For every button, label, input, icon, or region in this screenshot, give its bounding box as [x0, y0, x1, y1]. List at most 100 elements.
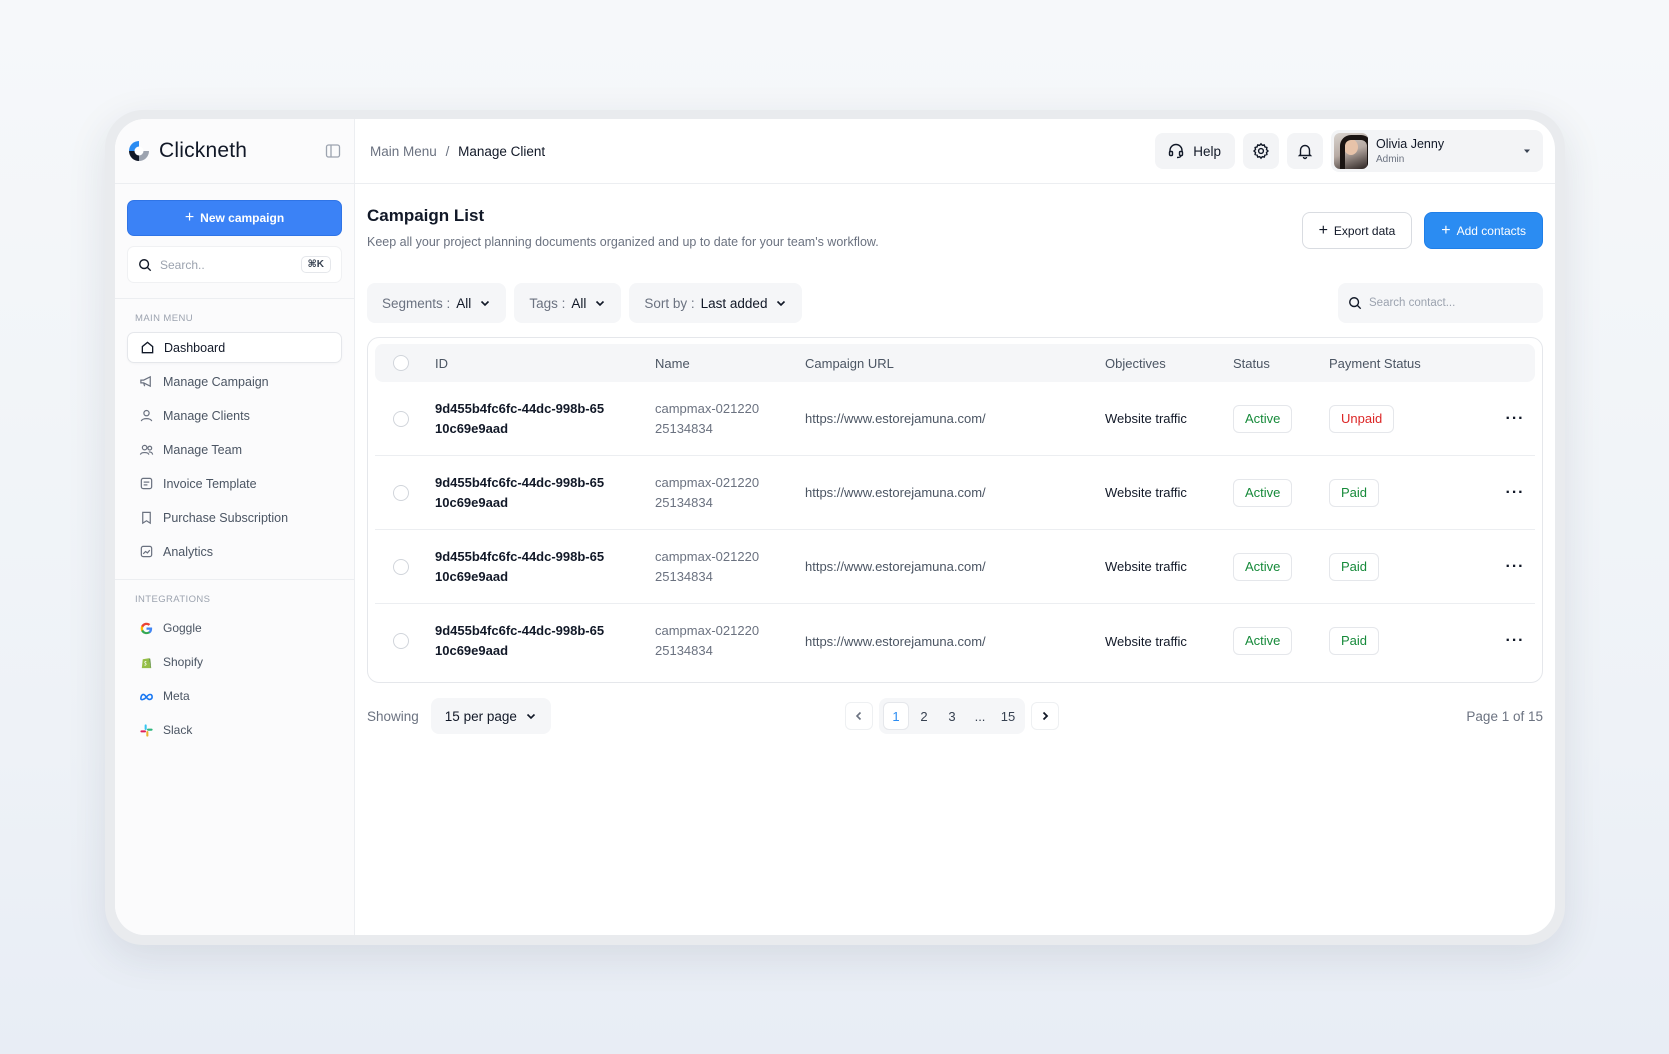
sidebar-item-manage-clients[interactable]: Manage Clients: [127, 400, 342, 431]
integration-google[interactable]: Goggle: [127, 611, 342, 645]
more-options-icon[interactable]: ···: [1495, 410, 1535, 428]
payment-status-badge: Paid: [1329, 627, 1380, 655]
search-contact-input[interactable]: Search contact...: [1338, 283, 1543, 323]
integrations-label: INTEGRATIONS: [135, 594, 211, 605]
sidebar-item-manage-campaign[interactable]: Manage Campaign: [127, 366, 342, 397]
chevron-left-icon: [855, 711, 862, 721]
sidebar-item-analytics[interactable]: Analytics: [127, 536, 342, 567]
row-checkbox[interactable]: [393, 410, 409, 427]
id-line: 9d455b4fc6fc-44dc-998b-65: [435, 548, 605, 564]
integration-label: Meta: [163, 689, 190, 703]
prev-page-button[interactable]: [845, 702, 873, 730]
add-contacts-button[interactable]: + Add contacts: [1424, 212, 1543, 249]
column-header-objectives[interactable]: Objectives: [1105, 356, 1233, 371]
page-ellipsis: ...: [974, 708, 986, 724]
column-header-name[interactable]: Name: [655, 356, 805, 371]
id-line: 10c69e9aad: [435, 568, 509, 584]
user-role: Admin: [1376, 154, 1405, 165]
user-info: Olivia Jenny Admin: [1376, 137, 1444, 165]
name-line: campmax-021220: [655, 400, 760, 416]
topbar-actions: Help Olivia Jenny Admin: [1155, 130, 1543, 172]
segments-filter[interactable]: Segments : All: [367, 283, 507, 323]
campaign-url[interactable]: https://www.estorejamuna.com/: [805, 411, 1105, 426]
id-cell: 9d455b4fc6fc-44dc-998b-65 10c69e9aad: [435, 399, 655, 439]
select-all-checkbox[interactable]: [393, 355, 409, 371]
sidebar-item-label: Purchase Subscription: [163, 510, 289, 525]
more-options-icon[interactable]: ···: [1495, 558, 1535, 576]
row-checkbox[interactable]: [393, 633, 409, 649]
name-line: campmax-021220: [655, 548, 760, 564]
row-checkbox[interactable]: [393, 484, 409, 501]
sidebar-item-manage-team[interactable]: Manage Team: [127, 434, 342, 465]
export-data-button[interactable]: + Export data: [1301, 212, 1413, 249]
column-header-payment-status[interactable]: Payment Status: [1329, 356, 1495, 371]
more-options-icon[interactable]: ···: [1495, 632, 1535, 650]
sidebar-toggle-icon[interactable]: [324, 142, 342, 160]
page-info: Page 1 of 15: [1466, 708, 1543, 724]
plus-icon: +: [1318, 221, 1328, 239]
status-cell: Active: [1233, 478, 1329, 507]
notifications-button[interactable]: [1287, 133, 1323, 169]
row-select-cell: [375, 484, 435, 501]
table-row[interactable]: 9d455b4fc6fc-44dc-998b-65 10c69e9aad cam…: [375, 530, 1535, 604]
search-icon: [139, 258, 152, 271]
per-page-select[interactable]: 15 per page: [430, 698, 551, 734]
search-icon: [1349, 297, 1362, 310]
column-header-status[interactable]: Status: [1233, 356, 1329, 371]
objective: Website traffic: [1105, 411, 1187, 426]
name-cell: campmax-021220 25134834: [655, 399, 805, 439]
id-line: 10c69e9aad: [435, 494, 509, 510]
user-icon: [140, 409, 153, 422]
next-page-button[interactable]: [1031, 702, 1059, 730]
integration-label: Goggle: [163, 621, 202, 635]
search-shortcut: ⌘K: [300, 256, 331, 273]
row-checkbox[interactable]: [393, 558, 409, 575]
more-options-icon[interactable]: ···: [1495, 484, 1535, 502]
name-line: 25134834: [655, 643, 713, 658]
tags-filter[interactable]: Tags : All: [514, 283, 622, 323]
table-row[interactable]: 9d455b4fc6fc-44dc-998b-65 10c69e9aad cam…: [375, 604, 1535, 678]
page-button-1[interactable]: 1: [883, 702, 909, 730]
main-nav: Dashboard Manage Campaign Manage Clients…: [115, 324, 354, 567]
table-row[interactable]: 9d455b4fc6fc-44dc-998b-65 10c69e9aad cam…: [375, 382, 1535, 456]
name-line: campmax-021220: [655, 623, 760, 638]
user-name: Olivia Jenny: [1376, 137, 1445, 151]
user-profile-menu[interactable]: Olivia Jenny Admin: [1331, 130, 1543, 172]
page-button-3[interactable]: 3: [939, 702, 965, 730]
sidebar-item-dashboard[interactable]: Dashboard: [127, 332, 342, 363]
help-button[interactable]: Help: [1155, 133, 1235, 169]
name-cell: campmax-021220 25134834: [655, 473, 805, 513]
integration-slack[interactable]: Slack: [127, 713, 342, 747]
breadcrumb-root[interactable]: Main Menu: [370, 144, 437, 159]
page-button-15[interactable]: 15: [995, 702, 1021, 730]
sidebar-item-invoice-template[interactable]: Invoice Template: [127, 468, 342, 499]
tags-value: All: [571, 295, 587, 311]
new-campaign-button[interactable]: + New campaign: [127, 200, 342, 236]
tags-label: Tags :: [529, 295, 566, 311]
integration-meta[interactable]: Meta: [127, 679, 342, 713]
campaign-url[interactable]: https://www.estorejamuna.com/: [805, 559, 1105, 574]
id-cell: 9d455b4fc6fc-44dc-998b-65 10c69e9aad: [435, 473, 655, 513]
name-line: 25134834: [655, 568, 713, 584]
campaign-url[interactable]: https://www.estorejamuna.com/: [805, 485, 1105, 500]
page-header: Campaign List Keep all your project plan…: [367, 206, 1543, 249]
sidebar-item-label: Manage Team: [163, 442, 242, 457]
sidebar-search-placeholder: Search..: [160, 257, 205, 272]
status-badge: Active: [1233, 404, 1293, 433]
sort-filter[interactable]: Sort by : Last added: [629, 283, 803, 323]
payment-status-badge: Unpaid: [1329, 404, 1395, 433]
column-header-id[interactable]: ID: [435, 356, 655, 371]
integration-shopify[interactable]: Shopify: [127, 645, 342, 679]
id-line: 10c69e9aad: [435, 643, 509, 658]
avatar: [1334, 133, 1368, 169]
settings-button[interactable]: [1243, 133, 1279, 169]
page-subtitle: Keep all your project planning documents…: [367, 235, 879, 249]
campaign-url[interactable]: https://www.estorejamuna.com/: [805, 634, 1105, 649]
page-button-2[interactable]: 2: [911, 702, 937, 730]
sidebar-item-purchase-subscription[interactable]: Purchase Subscription: [127, 502, 342, 533]
main-area: Main Menu / Manage Client Help Olivia Je…: [355, 119, 1555, 935]
table-row[interactable]: 9d455b4fc6fc-44dc-998b-65 10c69e9aad cam…: [375, 456, 1535, 530]
column-header-url[interactable]: Campaign URL: [805, 356, 1105, 371]
google-icon: [140, 622, 153, 634]
sidebar-search-input[interactable]: Search.. ⌘K: [127, 246, 342, 283]
